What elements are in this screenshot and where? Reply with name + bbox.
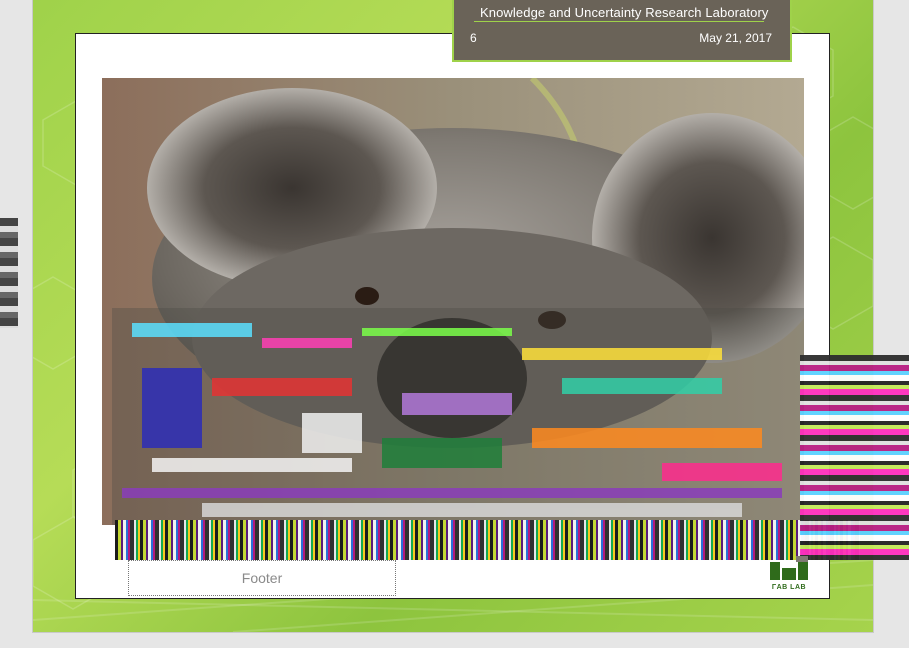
footer-placeholder[interactable]: Footer	[128, 560, 396, 596]
banner-divider	[474, 21, 764, 22]
slide-date: May 21, 2017	[699, 31, 772, 45]
render-artifact-right	[800, 355, 909, 560]
logo-text: ΓAB LAB	[771, 584, 807, 591]
slide-number: 6	[470, 31, 477, 45]
fab-lab-logo: ΓAB LAB	[768, 556, 810, 594]
header-banner: Knowledge and Uncertainty Research Labor…	[452, 0, 792, 62]
fab-lab-logo-icon	[770, 556, 808, 580]
render-artifact-band	[115, 520, 860, 560]
render-artifact-left	[0, 218, 18, 328]
lab-name: Knowledge and Uncertainty Research Labor…	[480, 5, 769, 20]
koala-photo[interactable]	[102, 78, 804, 525]
koala-illustration	[102, 78, 804, 525]
